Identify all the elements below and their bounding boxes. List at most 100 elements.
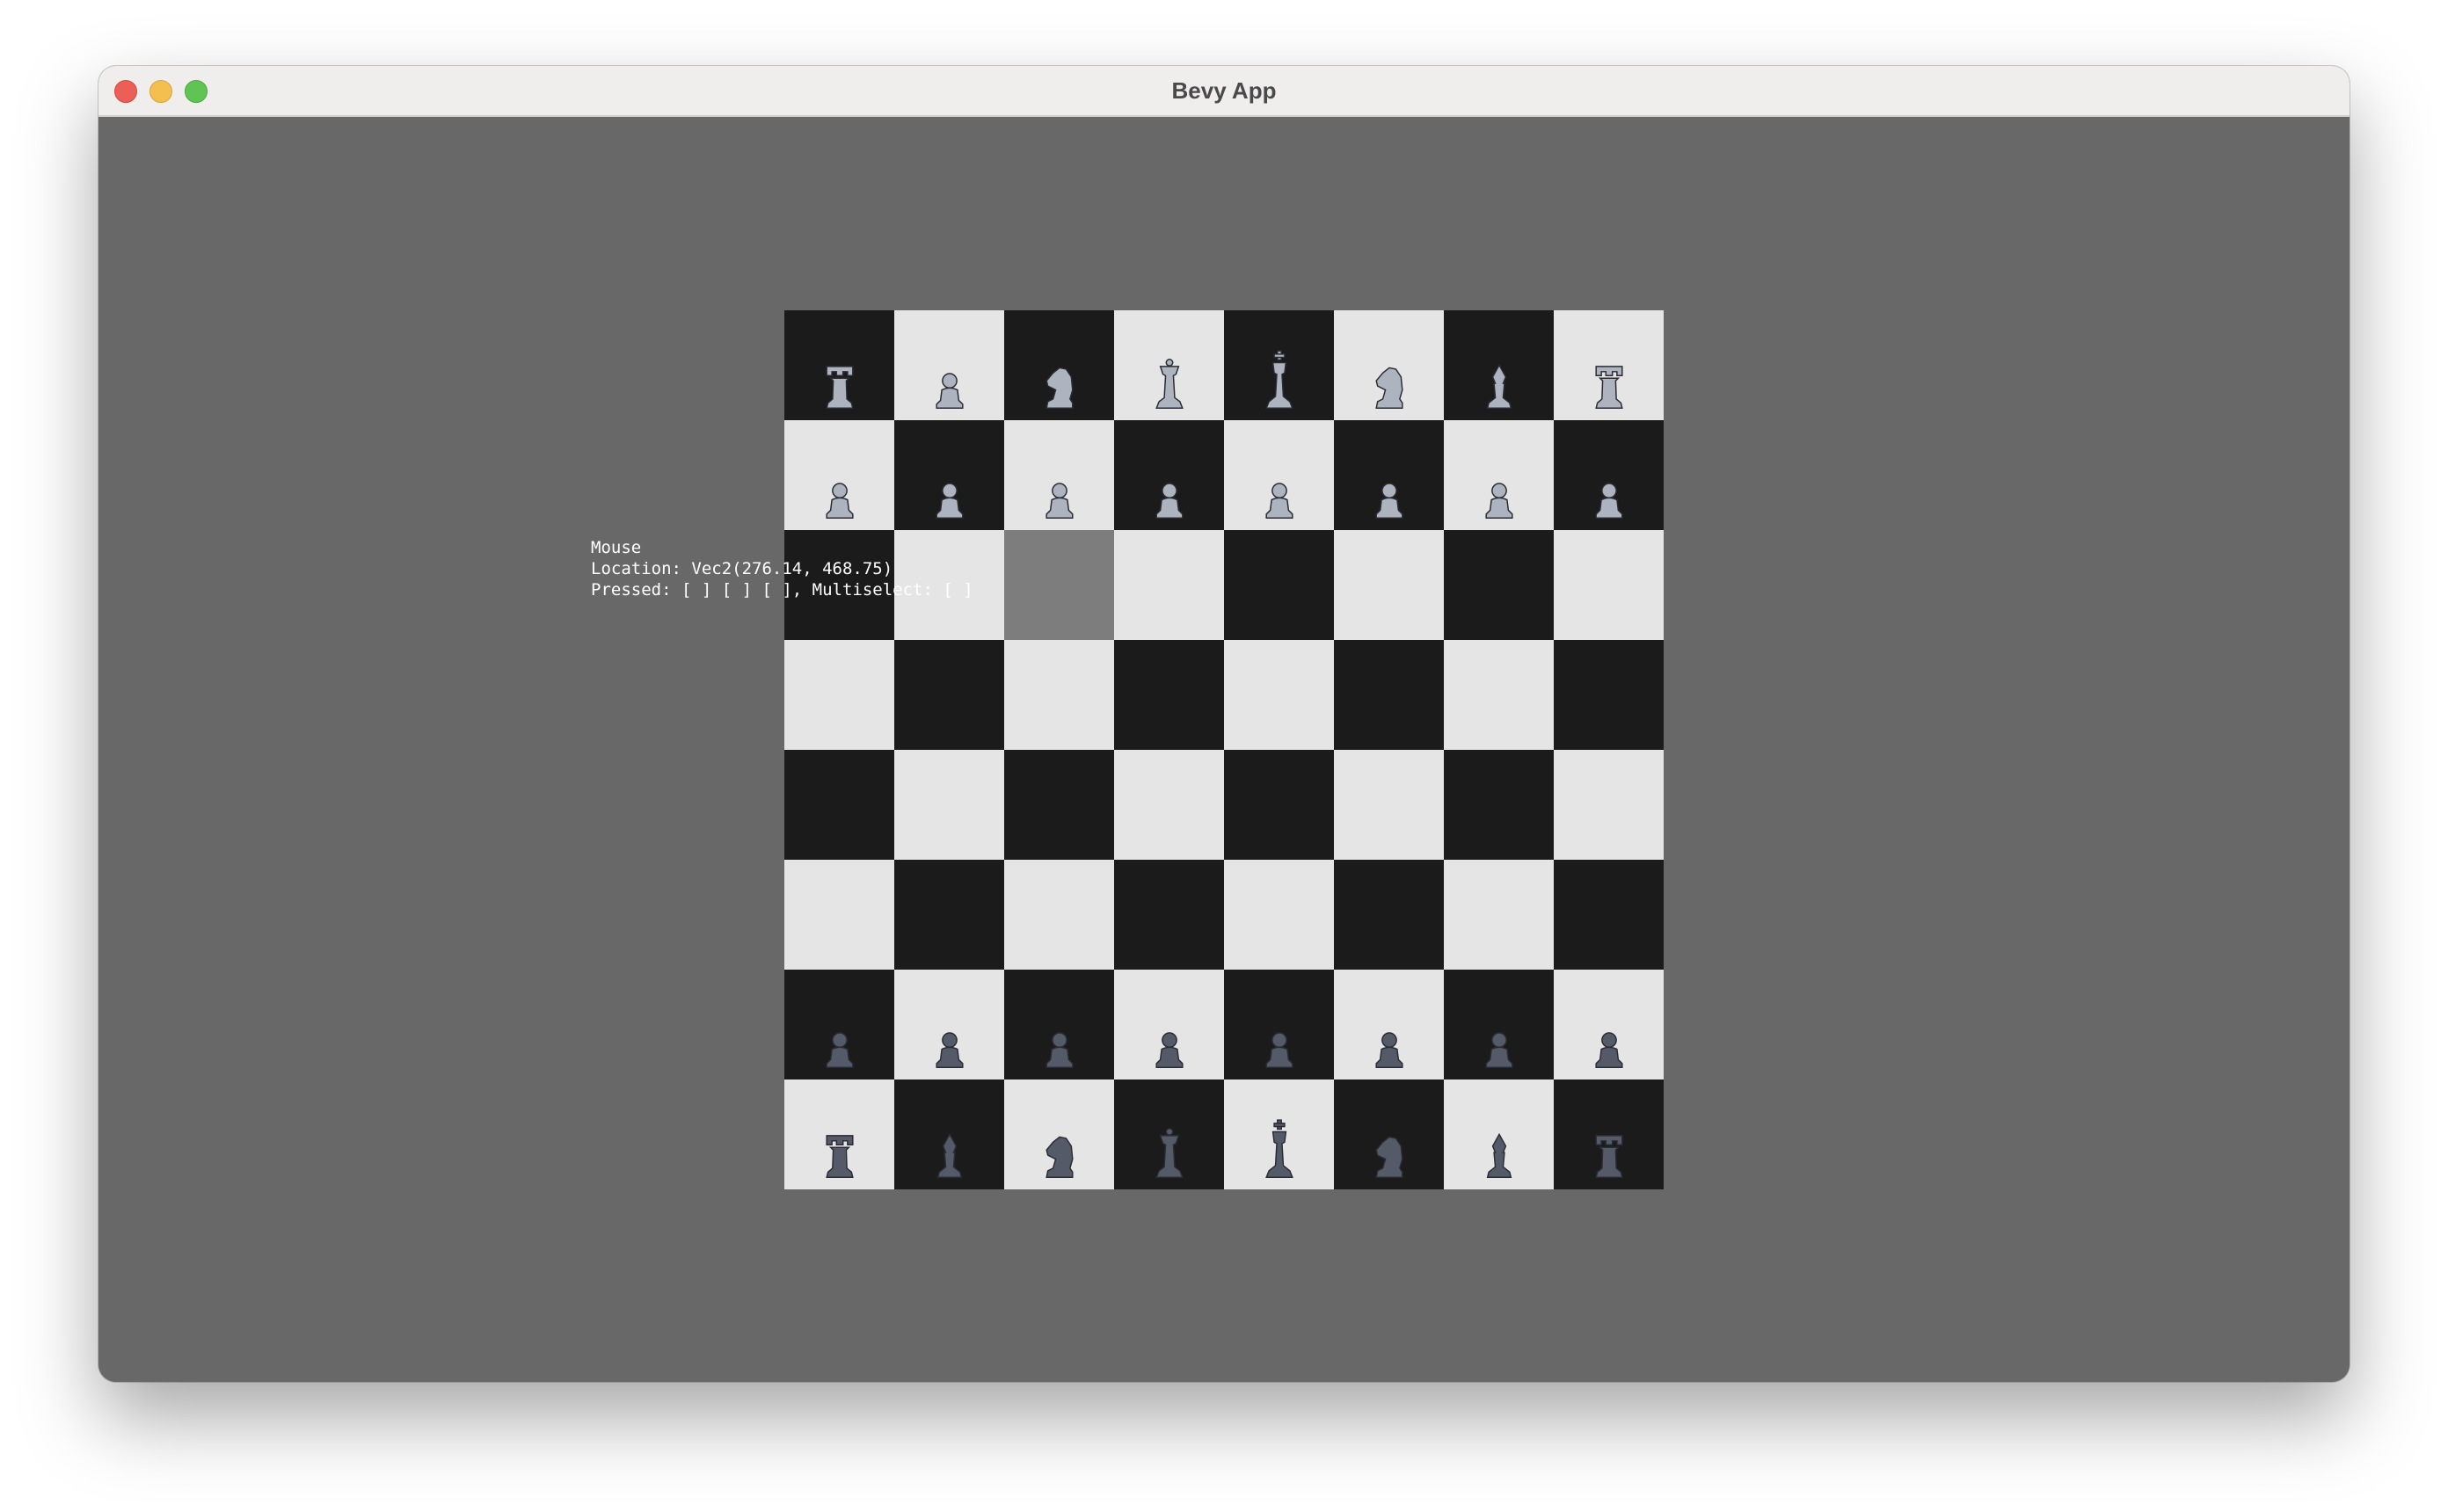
light-king-icon[interactable]: [1224, 310, 1334, 420]
square-g6[interactable]: [1444, 530, 1554, 640]
square-e6[interactable]: [1224, 530, 1334, 640]
title-bar[interactable]: Bevy App: [98, 66, 2350, 117]
dark-rook-icon[interactable]: [784, 1079, 894, 1189]
square-e5[interactable]: [1224, 640, 1334, 750]
square-b3[interactable]: [894, 860, 1004, 970]
light-pawn-icon[interactable]: [1224, 420, 1334, 530]
square-b1[interactable]: [894, 1079, 1004, 1189]
light-pawn-icon[interactable]: [894, 310, 1004, 420]
hud-pressed: Pressed: [ ] [ ] [ ], Multiselect: [ ]: [591, 580, 973, 600]
square-b8[interactable]: [894, 310, 1004, 420]
square-g5[interactable]: [1444, 640, 1554, 750]
light-pawn-icon[interactable]: [1114, 420, 1224, 530]
square-f5[interactable]: [1334, 640, 1444, 750]
square-g2[interactable]: [1444, 970, 1554, 1079]
square-h3[interactable]: [1554, 860, 1664, 970]
square-g3[interactable]: [1444, 860, 1554, 970]
square-c5[interactable]: [1004, 640, 1114, 750]
square-d2[interactable]: [1114, 970, 1224, 1079]
dark-king-icon[interactable]: [1224, 1079, 1334, 1189]
square-a3[interactable]: [784, 860, 894, 970]
light-pawn-icon[interactable]: [784, 420, 894, 530]
square-e3[interactable]: [1224, 860, 1334, 970]
dark-rook-icon[interactable]: [1554, 1079, 1664, 1189]
dark-knight-icon[interactable]: [1004, 1079, 1114, 1189]
light-queen-icon[interactable]: [1114, 310, 1224, 420]
square-a5[interactable]: [784, 640, 894, 750]
square-h7[interactable]: [1554, 420, 1664, 530]
dark-pawn-icon[interactable]: [1444, 970, 1554, 1079]
square-c6[interactable]: [1004, 530, 1114, 640]
square-d7[interactable]: [1114, 420, 1224, 530]
dark-pawn-icon[interactable]: [1114, 970, 1224, 1079]
dark-bishop-icon[interactable]: [894, 1079, 1004, 1189]
square-a2[interactable]: [784, 970, 894, 1079]
square-c4[interactable]: [1004, 750, 1114, 860]
dark-pawn-icon[interactable]: [784, 970, 894, 1079]
square-d1[interactable]: [1114, 1079, 1224, 1189]
light-pawn-icon[interactable]: [894, 420, 1004, 530]
light-knight-icon[interactable]: [1334, 310, 1444, 420]
game-viewport[interactable]: Mouse Location: Vec2(276.14, 468.75) Press…: [98, 117, 2350, 1382]
square-d6[interactable]: [1114, 530, 1224, 640]
square-e2[interactable]: [1224, 970, 1334, 1079]
square-f8[interactable]: [1334, 310, 1444, 420]
square-f4[interactable]: [1334, 750, 1444, 860]
light-bishop-icon[interactable]: [1444, 310, 1554, 420]
square-h1[interactable]: [1554, 1079, 1664, 1189]
dark-queen-icon[interactable]: [1114, 1079, 1224, 1189]
square-c1[interactable]: [1004, 1079, 1114, 1189]
square-h4[interactable]: [1554, 750, 1664, 860]
square-a1[interactable]: [784, 1079, 894, 1189]
square-a7[interactable]: [784, 420, 894, 530]
square-h2[interactable]: [1554, 970, 1664, 1079]
square-g4[interactable]: [1444, 750, 1554, 860]
square-a4[interactable]: [784, 750, 894, 860]
chess-board[interactable]: [784, 310, 1664, 1189]
square-c2[interactable]: [1004, 970, 1114, 1079]
square-b7[interactable]: [894, 420, 1004, 530]
square-e4[interactable]: [1224, 750, 1334, 860]
window-title: Bevy App: [1171, 77, 1277, 104]
light-rook-icon[interactable]: [1554, 310, 1664, 420]
light-pawn-icon[interactable]: [1554, 420, 1664, 530]
light-rook-icon[interactable]: [784, 310, 894, 420]
square-d5[interactable]: [1114, 640, 1224, 750]
dark-pawn-icon[interactable]: [1224, 970, 1334, 1079]
square-a8[interactable]: [784, 310, 894, 420]
square-d8[interactable]: [1114, 310, 1224, 420]
dark-pawn-icon[interactable]: [1554, 970, 1664, 1079]
square-f2[interactable]: [1334, 970, 1444, 1079]
square-e7[interactable]: [1224, 420, 1334, 530]
hud-heading: Mouse: [591, 538, 642, 557]
light-knight-icon[interactable]: [1004, 310, 1114, 420]
square-h8[interactable]: [1554, 310, 1664, 420]
square-g7[interactable]: [1444, 420, 1554, 530]
light-pawn-icon[interactable]: [1334, 420, 1444, 530]
dark-pawn-icon[interactable]: [894, 970, 1004, 1079]
dark-pawn-icon[interactable]: [1004, 970, 1114, 1079]
square-c3[interactable]: [1004, 860, 1114, 970]
dark-pawn-icon[interactable]: [1334, 970, 1444, 1079]
square-b2[interactable]: [894, 970, 1004, 1079]
square-h5[interactable]: [1554, 640, 1664, 750]
square-b5[interactable]: [894, 640, 1004, 750]
light-pawn-icon[interactable]: [1444, 420, 1554, 530]
square-f3[interactable]: [1334, 860, 1444, 970]
square-f1[interactable]: [1334, 1079, 1444, 1189]
square-d3[interactable]: [1114, 860, 1224, 970]
square-h6[interactable]: [1554, 530, 1664, 640]
square-b4[interactable]: [894, 750, 1004, 860]
square-f6[interactable]: [1334, 530, 1444, 640]
square-d4[interactable]: [1114, 750, 1224, 860]
dark-bishop-icon[interactable]: [1444, 1079, 1554, 1189]
square-c8[interactable]: [1004, 310, 1114, 420]
square-g8[interactable]: [1444, 310, 1554, 420]
square-c7[interactable]: [1004, 420, 1114, 530]
square-e1[interactable]: [1224, 1079, 1334, 1189]
light-pawn-icon[interactable]: [1004, 420, 1114, 530]
square-e8[interactable]: [1224, 310, 1334, 420]
square-g1[interactable]: [1444, 1079, 1554, 1189]
square-f7[interactable]: [1334, 420, 1444, 530]
dark-knight-icon[interactable]: [1334, 1079, 1444, 1189]
